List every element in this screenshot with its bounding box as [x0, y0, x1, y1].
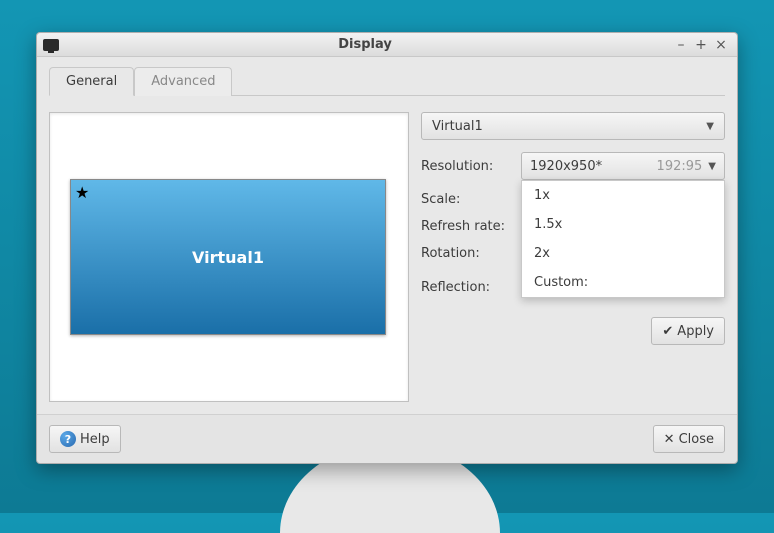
display-selector[interactable]: Virtual1 ▼ — [421, 112, 725, 140]
help-button[interactable]: ? Help — [49, 425, 121, 453]
rotation-label: Rotation: — [421, 246, 521, 261]
close-button[interactable]: ✕ Close — [653, 425, 725, 453]
tab-general[interactable]: General — [49, 67, 134, 96]
chevron-down-icon: ▼ — [706, 121, 714, 132]
settings-grid: Resolution: 1920x950* 192:95 ▼ Scale: Re… — [421, 152, 725, 301]
apply-row: ✔ Apply — [421, 317, 725, 345]
window-footer: ? Help ✕ Close — [37, 414, 737, 463]
help-icon: ? — [60, 431, 76, 447]
window-content: General Advanced ★ Virtual1 Virtual1 ▼ R… — [37, 57, 737, 414]
scale-option-1-5x[interactable]: 1.5x — [522, 210, 724, 239]
refresh-label: Refresh rate: — [421, 219, 521, 234]
apply-button-label: Apply — [677, 324, 714, 339]
check-icon: ✔ — [662, 324, 673, 339]
resolution-label: Resolution: — [421, 159, 521, 174]
titlebar[interactable]: Display – + × — [37, 33, 737, 57]
primary-star-icon: ★ — [75, 183, 89, 202]
help-button-label: Help — [80, 432, 110, 447]
display-settings-window: Display – + × General Advanced ★ Virtual… — [36, 32, 738, 464]
resolution-value: 1920x950* — [530, 159, 657, 174]
monitor-icon — [43, 39, 59, 51]
reflection-label: Reflection: — [421, 280, 521, 295]
chevron-down-icon: ▼ — [708, 161, 716, 172]
window-title: Display — [59, 37, 671, 52]
resolution-ratio: 192:95 — [657, 159, 703, 174]
settings-column: Virtual1 ▼ Resolution: 1920x950* 192:95 … — [421, 112, 725, 402]
scale-option-custom[interactable]: Custom: — [522, 268, 724, 297]
scale-dropdown-menu: 1x 1.5x 2x Custom: — [521, 180, 725, 298]
monitor-preview[interactable]: ★ Virtual1 — [70, 179, 386, 335]
main-panel: ★ Virtual1 Virtual1 ▼ Resolution: 1920x9… — [49, 95, 725, 402]
maximize-button[interactable]: + — [691, 36, 711, 54]
close-button-label: Close — [679, 432, 714, 447]
tab-advanced[interactable]: Advanced — [134, 67, 232, 96]
scale-option-2x[interactable]: 2x — [522, 239, 724, 268]
minimize-button[interactable]: – — [671, 36, 691, 54]
apply-button[interactable]: ✔ Apply — [651, 317, 725, 345]
scale-label: Scale: — [421, 192, 521, 207]
monitor-preview-label: Virtual1 — [192, 248, 264, 267]
close-window-button[interactable]: × — [711, 36, 731, 54]
display-preview-pane: ★ Virtual1 — [49, 112, 409, 402]
resolution-select[interactable]: 1920x950* 192:95 ▼ — [521, 152, 725, 180]
display-selector-value: Virtual1 — [432, 119, 483, 134]
close-icon: ✕ — [664, 432, 675, 447]
tab-bar: General Advanced — [49, 67, 725, 96]
scale-option-1x[interactable]: 1x — [522, 181, 724, 210]
